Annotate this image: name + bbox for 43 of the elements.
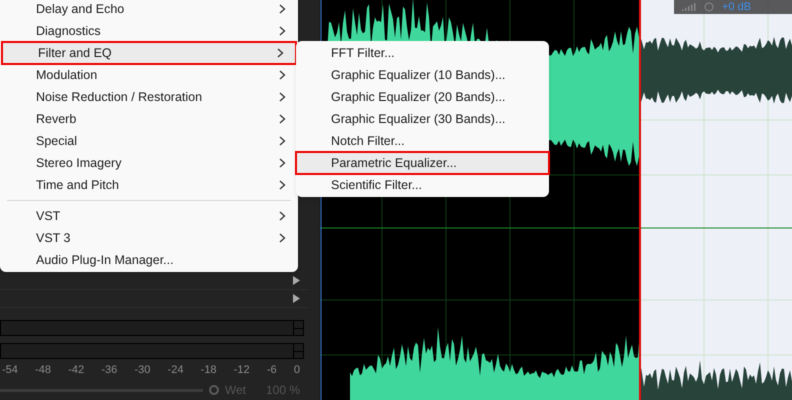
menu-item[interactable]: Graphic Equalizer (30 Bands)... [296,108,549,130]
chevron-right-icon [279,26,286,36]
menu-item[interactable]: Special [0,130,298,152]
chevron-right-icon [279,114,286,124]
meter-scale-label: -24 [168,365,184,376]
chevron-right-icon [279,233,286,243]
chevron-right-icon [279,180,286,190]
menu-item[interactable]: Notch Filter... [296,130,549,152]
menu-item[interactable]: FFT Filter... [296,42,549,64]
meter-scale-label: -6 [266,365,277,376]
meter-scale-label: -18 [200,365,217,376]
chevron-right-icon [279,4,286,14]
meter-scale-label: 0 [294,365,300,376]
menu-item[interactable]: Scientific Filter... [296,174,549,196]
menu-item[interactable]: Graphic Equalizer (20 Bands)... [296,86,549,108]
chevron-right-icon [279,158,286,168]
signal-bars-icon [682,3,696,11]
meter-scale-label: -30 [134,365,150,376]
meter-scale-label: -48 [35,365,52,376]
menu-item[interactable]: Time and Pitch [0,174,298,196]
chevron-right-icon [279,136,286,146]
menu-item[interactable]: Filter and EQ [2,42,296,64]
meter-scale-label: -36 [101,365,118,376]
menu-item[interactable]: Parametric Equalizer... [296,152,549,174]
menu-item[interactable]: VST 3 [0,227,298,249]
meter-scale-label: -54 [2,365,18,376]
chevron-right-icon [279,92,286,102]
menu-item[interactable]: Reverb [0,108,298,130]
menu-item[interactable]: Stereo Imagery [0,152,298,174]
gain-reading: +0 dB [722,2,752,12]
menu-item[interactable]: Audio Plug-In Manager... [0,249,298,271]
meter-scale-label: -42 [68,365,84,376]
menu-item[interactable]: Graphic Equalizer (10 Bands)... [296,64,549,86]
menu-item[interactable]: Diagnostics [0,20,298,42]
menu-item[interactable]: VST [0,205,298,227]
menu-item[interactable]: Noise Reduction / Restoration [0,86,298,108]
menu-item[interactable]: Delay and Echo [0,0,298,20]
chevron-right-icon [279,211,286,221]
mix-slider-thumb[interactable] [208,385,219,395]
meter-scale-label: -12 [234,365,250,376]
menu-item[interactable]: Modulation [0,64,298,86]
chevron-right-icon [279,70,286,80]
chevron-right-icon [277,48,284,58]
